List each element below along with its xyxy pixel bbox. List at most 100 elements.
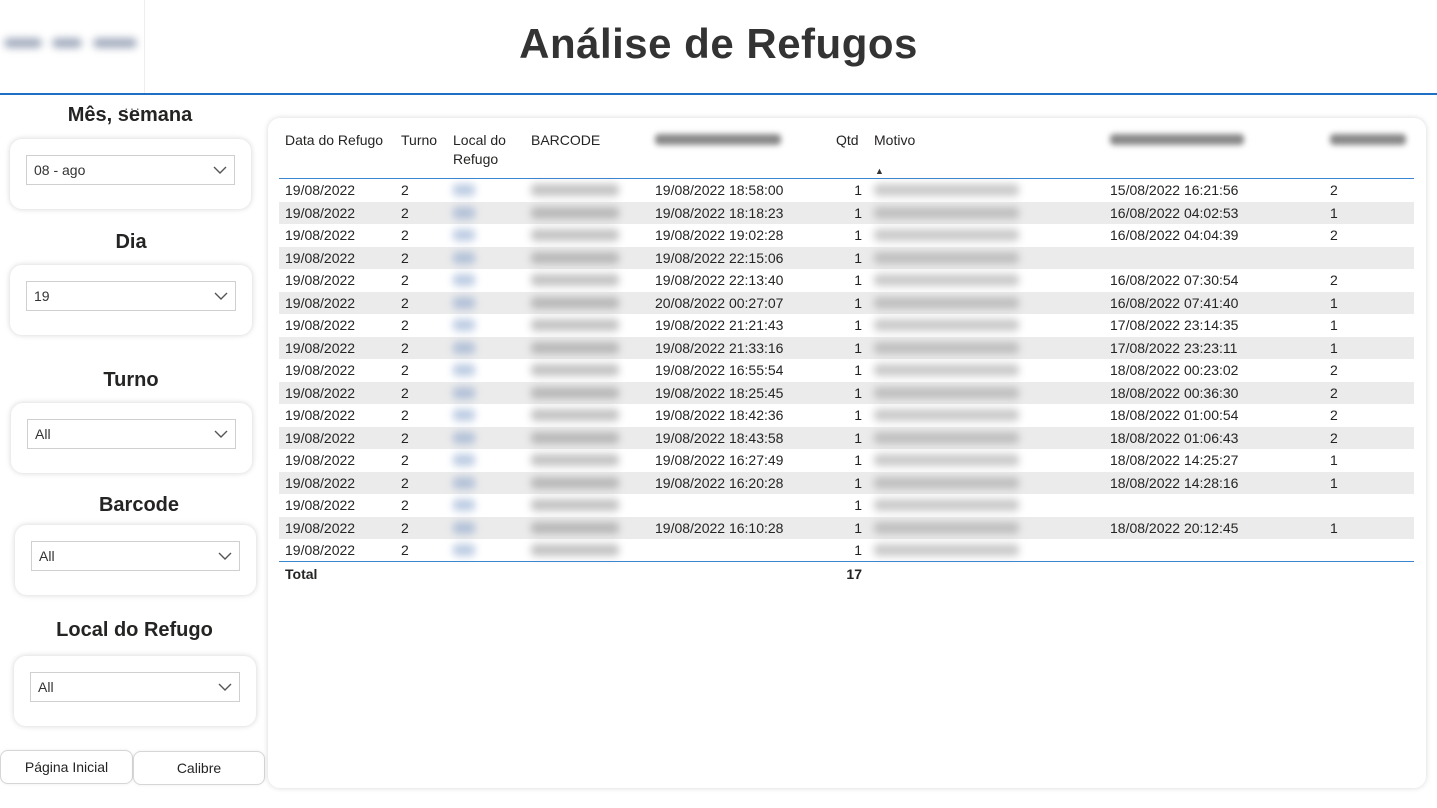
cell-turno: 2: [401, 272, 409, 288]
cell-local-blurred: [453, 184, 475, 196]
cell-barcode-blurred: [531, 341, 619, 354]
header-local-refugo[interactable]: Local do Refugo: [453, 131, 523, 169]
chevron-down-icon: [218, 683, 232, 691]
cell-datetime: 19/08/2022 18:58:00: [655, 182, 784, 198]
cell-count: 1: [1330, 474, 1338, 491]
table-row[interactable]: 19/08/2022 2 1: [279, 494, 1414, 517]
cell-count: 2: [1330, 227, 1338, 243]
mes-semana-dropdown[interactable]: 08 - ago: [26, 155, 235, 185]
slicer-turno: All: [11, 403, 252, 473]
header-data-refugo[interactable]: Data do Refugo: [285, 131, 383, 150]
header-turno[interactable]: Turno: [401, 131, 437, 150]
table-row[interactable]: 19/08/2022 2 19/08/2022 16:10:28 1 18/08/202…: [279, 516, 1414, 539]
header-qtd[interactable]: Qtd: [836, 131, 859, 150]
table-row[interactable]: 19/08/2022 2 19/08/2022 22:15:06 1: [279, 246, 1414, 269]
cell-motivo-blurred: [874, 476, 1019, 489]
table-row[interactable]: 19/08/2022 2 20/08/2022 00:27:07 1 16/08/202…: [279, 291, 1414, 314]
cell-datetime: 19/08/2022 22:15:06: [655, 249, 784, 266]
table-row[interactable]: 19/08/2022 2 19/08/2022 18:42:36 1 18/08/202…: [279, 404, 1414, 427]
cell-data-refugo: 19/08/2022: [285, 519, 356, 536]
dia-dropdown[interactable]: 19: [26, 281, 236, 311]
cell-count: 1: [1330, 204, 1338, 221]
home-page-button[interactable]: Página Inicial: [0, 750, 133, 784]
cell-barcode-blurred: [531, 476, 619, 489]
barcode-value: All: [39, 548, 55, 564]
cell-turno: 2: [401, 474, 409, 491]
cell-turno: 2: [401, 452, 409, 468]
cell-count: 1: [1330, 317, 1338, 333]
cell-turno: 2: [401, 542, 409, 558]
cell-local-blurred: [453, 454, 475, 466]
table-row[interactable]: 19/08/2022 2 19/08/2022 16:55:54 1 18/08/202…: [279, 359, 1414, 382]
turno-dropdown[interactable]: All: [27, 419, 236, 449]
table-row[interactable]: 19/08/2022 2 19/08/2022 18:25:45 1 18/08/202…: [279, 381, 1414, 404]
cell-turno: 2: [401, 339, 409, 356]
table-row[interactable]: 19/08/2022 2 1: [279, 539, 1414, 562]
cell-barcode-blurred: [531, 319, 619, 331]
table-row[interactable]: 19/08/2022 2 19/08/2022 21:21:43 1 17/08/202…: [279, 314, 1414, 337]
cell-data-refugo: 19/08/2022: [285, 497, 356, 513]
cell-barcode-blurred: [531, 386, 619, 399]
cell-turno: 2: [401, 227, 409, 243]
cell-motivo-blurred: [874, 296, 1019, 309]
calibre-button[interactable]: Calibre: [133, 751, 265, 785]
table-row[interactable]: 19/08/2022 2 19/08/2022 21:33:16 1 17/08/202…: [279, 336, 1414, 359]
cell-motivo-blurred: [874, 184, 1019, 196]
cell-turno: 2: [401, 317, 409, 333]
slicer-dia: 19: [10, 265, 252, 335]
cell-qtd: 1: [854, 407, 862, 423]
table-row[interactable]: 19/08/2022 2 19/08/2022 18:18:23 1 16/08/202…: [279, 201, 1414, 224]
cell-turno: 2: [401, 294, 409, 311]
table-row[interactable]: 19/08/2022 2 19/08/2022 16:27:49 1 18/08/202…: [279, 449, 1414, 472]
cell-qtd: 1: [854, 452, 862, 468]
cell-barcode-blurred: [531, 409, 619, 421]
table-row[interactable]: 19/08/2022 2 19/08/2022 22:13:40 1 16/08/202…: [279, 269, 1414, 292]
cell-data-refugo: 19/08/2022: [285, 452, 356, 468]
cell-pick-datetime: 17/08/2022 23:14:35: [1110, 317, 1239, 333]
cell-data-refugo: 19/08/2022: [285, 339, 356, 356]
header-blurred-3[interactable]: [1330, 131, 1410, 150]
table-row[interactable]: 19/08/2022 2 19/08/2022 18:58:00 1 15/08/202…: [279, 179, 1414, 202]
local-dropdown[interactable]: All: [30, 672, 240, 702]
cell-pick-datetime: 18/08/2022 20:12:45: [1110, 519, 1239, 536]
cell-local-blurred: [453, 386, 475, 399]
slicer-mes-semana: 08 - ago: [10, 139, 251, 209]
cell-count: 2: [1330, 429, 1338, 446]
cell-count: 1: [1330, 519, 1338, 536]
cell-barcode-blurred: [531, 184, 619, 196]
cell-pick-datetime: 18/08/2022 00:36:30: [1110, 384, 1239, 401]
cell-local-blurred: [453, 364, 475, 376]
cell-local-blurred: [453, 296, 475, 309]
cell-local-blurred: [453, 544, 475, 556]
cell-qtd: 1: [854, 474, 862, 491]
cell-qtd: 1: [854, 362, 862, 378]
cell-count: 1: [1330, 339, 1338, 356]
cell-qtd: 1: [854, 519, 862, 536]
cell-turno: 2: [401, 407, 409, 423]
cell-qtd: 1: [854, 249, 862, 266]
cell-qtd: 1: [854, 497, 862, 513]
cell-local-blurred: [453, 274, 475, 286]
cell-barcode-blurred: [531, 544, 619, 556]
cell-data-refugo: 19/08/2022: [285, 317, 356, 333]
header-barcode[interactable]: BARCODE: [531, 131, 600, 150]
cell-datetime: 20/08/2022 00:27:07: [655, 294, 784, 311]
cell-barcode-blurred: [531, 251, 619, 264]
cell-pick-datetime: 16/08/2022 07:30:54: [1110, 272, 1239, 288]
table-row[interactable]: 19/08/2022 2 19/08/2022 18:43:58 1 18/08/202…: [279, 426, 1414, 449]
table-row[interactable]: 19/08/2022 2 19/08/2022 16:20:28 1 18/08/202…: [279, 471, 1414, 494]
cell-qtd: 1: [854, 294, 862, 311]
cell-data-refugo: 19/08/2022: [285, 474, 356, 491]
header-motivo[interactable]: Motivo: [874, 131, 915, 150]
cell-qtd: 1: [854, 272, 862, 288]
cell-qtd: 1: [854, 182, 862, 198]
table-row[interactable]: 19/08/2022 2 19/08/2022 19:02:28 1 16/08/202…: [279, 224, 1414, 247]
cell-barcode-blurred: [531, 499, 619, 511]
cell-barcode-blurred: [531, 274, 619, 286]
header-blurred-2[interactable]: [1110, 131, 1246, 150]
cell-data-refugo: 19/08/2022: [285, 249, 356, 266]
header-blurred-1[interactable]: [655, 131, 785, 150]
cell-motivo-blurred: [874, 341, 1019, 354]
title-divider: [0, 93, 1437, 95]
barcode-dropdown[interactable]: All: [31, 541, 240, 571]
